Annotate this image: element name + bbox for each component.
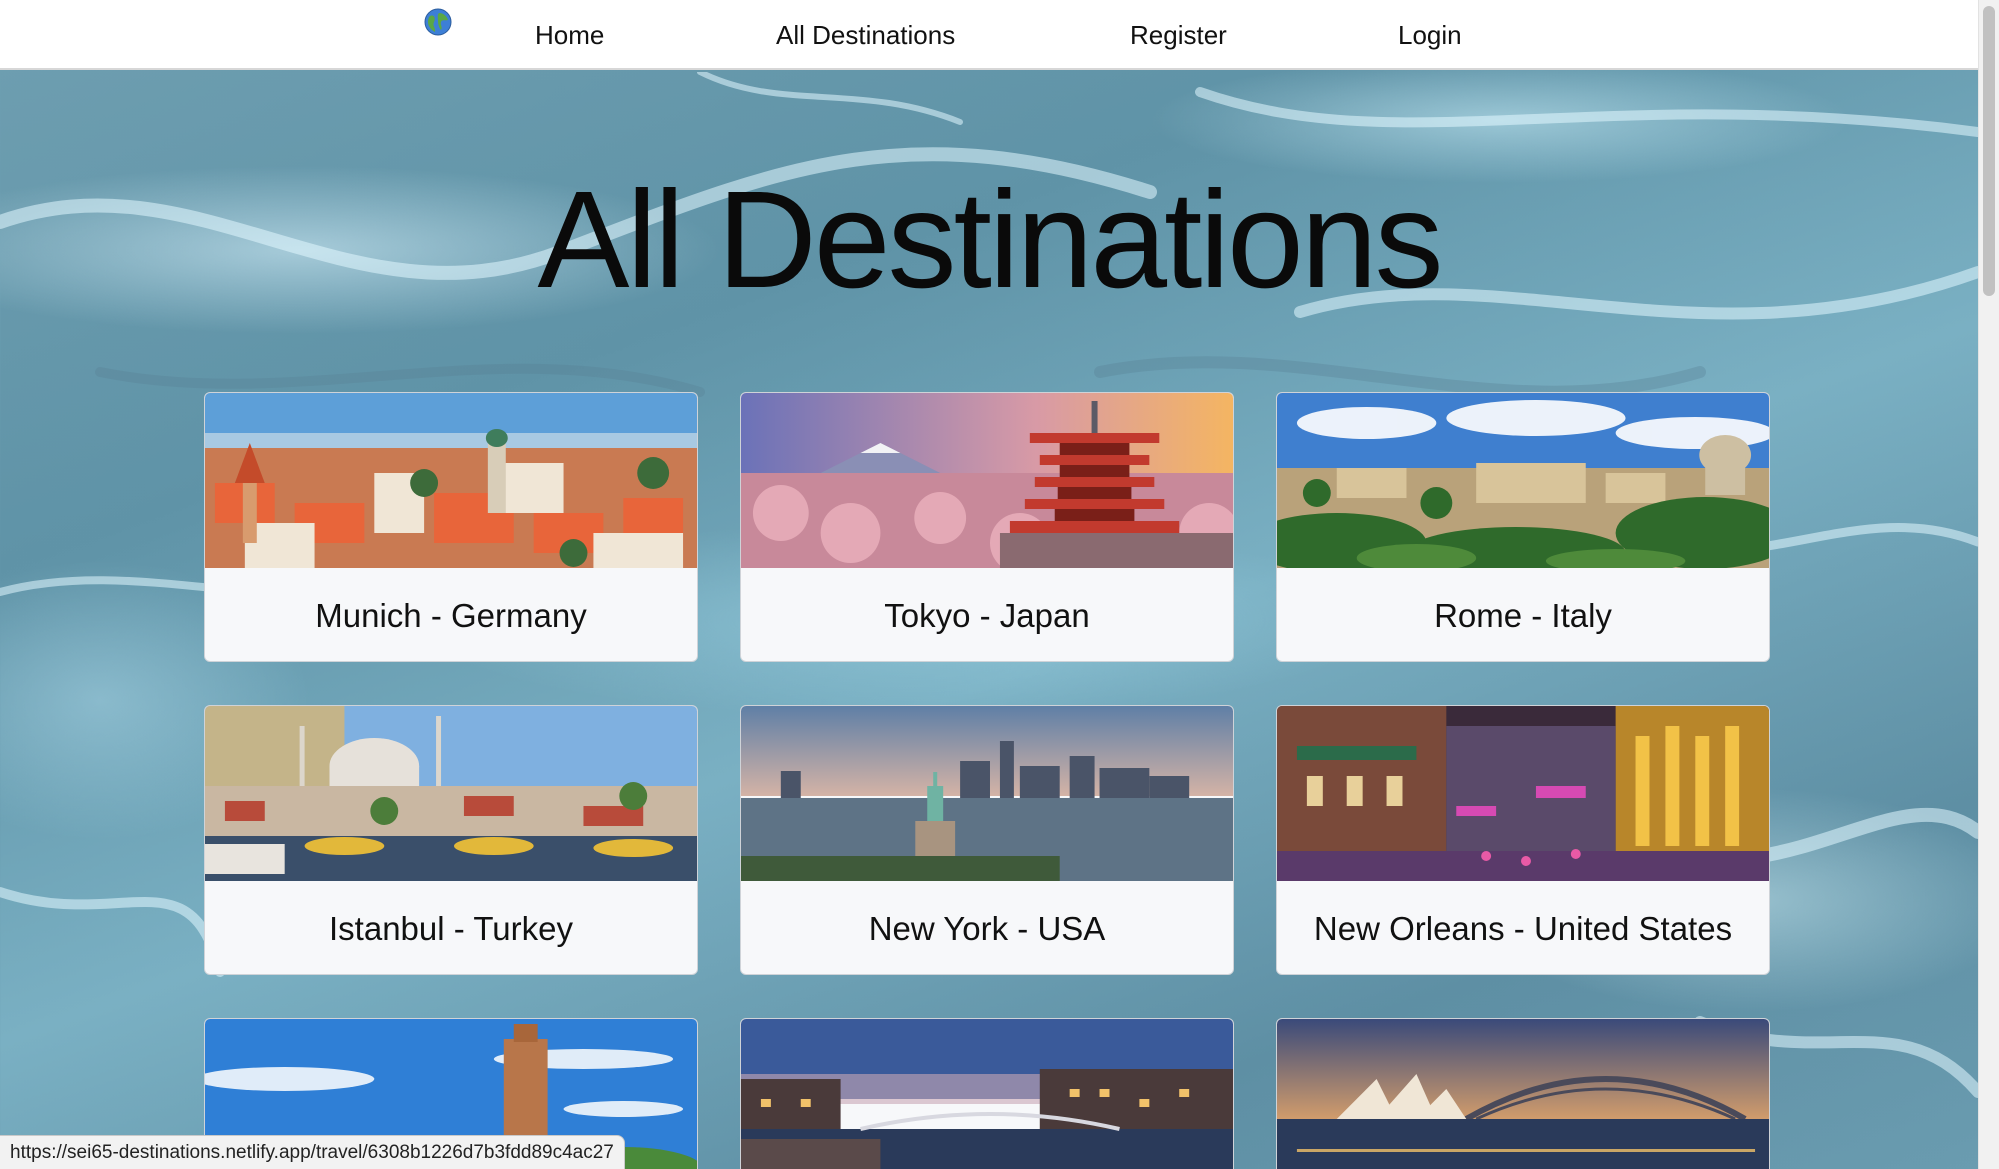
istanbul-photo	[205, 706, 697, 881]
destination-card-rome[interactable]: Rome - Italy	[1276, 392, 1770, 662]
destination-card-new-york[interactable]: New York - USA	[740, 705, 1234, 975]
rome-photo	[1277, 393, 1769, 568]
scrollbar-thumb[interactable]	[1983, 6, 1995, 296]
nav-login-link[interactable]: Login	[1398, 20, 1462, 51]
destination-card-title: Tokyo - Japan	[884, 597, 1090, 634]
vertical-scrollbar[interactable]	[1978, 0, 1999, 1169]
destination-card-istanbul[interactable]: Istanbul - Turkey	[204, 705, 698, 975]
new-orleans-photo	[1277, 706, 1769, 881]
status-bar-url: https://sei65-destinations.netlify.app/t…	[0, 1135, 625, 1169]
nav-register-link[interactable]: Register	[1130, 20, 1227, 51]
destination-card-title: Rome - Italy	[1434, 597, 1612, 634]
destination-card-title: Munich - Germany	[315, 597, 587, 634]
river-city-photo	[741, 1019, 1233, 1169]
destination-card-title: New York - USA	[868, 910, 1106, 947]
destination-card-title: New Orleans - United States	[1313, 910, 1733, 947]
globe-icon[interactable]	[424, 8, 452, 36]
top-navbar: Home All Destinations Register Login	[0, 0, 1978, 70]
destination-card-new-orleans[interactable]: New Orleans - United States	[1276, 705, 1770, 975]
destination-card-title: Istanbul - Turkey	[329, 910, 573, 947]
nav-home-link[interactable]: Home	[535, 20, 604, 51]
tokyo-photo	[741, 393, 1233, 568]
destination-card-tokyo[interactable]: Tokyo - Japan	[740, 392, 1234, 662]
sydney-photo	[1277, 1019, 1769, 1169]
munich-photo	[205, 393, 697, 568]
destination-card[interactable]	[1276, 1018, 1770, 1169]
new-york-photo	[741, 706, 1233, 881]
destination-card[interactable]	[740, 1018, 1234, 1169]
nav-all-destinations-link[interactable]: All Destinations	[776, 20, 955, 51]
page-title: All Destinations	[537, 163, 1443, 317]
destination-card-munich[interactable]: Munich - Germany	[204, 392, 698, 662]
